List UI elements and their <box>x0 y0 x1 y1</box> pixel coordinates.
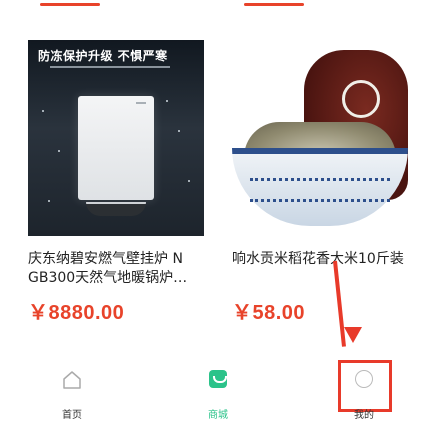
product-price: ￥58.00 <box>232 302 306 324</box>
nav-item-home[interactable]: 首页 <box>42 370 102 421</box>
heater-body <box>78 96 154 200</box>
prev-price-fragment <box>244 0 304 6</box>
wall-heater-image[interactable]: 防冻保护升级 不惧严寒 <box>28 40 204 236</box>
product-title[interactable]: 响水贡米稻花香大米10斤装 <box>232 250 408 269</box>
nav-label: 商城 <box>208 410 228 421</box>
bottom-nav: 首页 商城 我的 <box>0 362 422 427</box>
nav-item-me[interactable]: 我的 <box>334 370 394 421</box>
annotation-arrowhead <box>344 327 362 343</box>
shop-icon <box>209 370 227 388</box>
profile-icon <box>355 370 373 388</box>
rice-bowl-image[interactable] <box>232 40 408 236</box>
prev-price-fragment <box>40 0 100 6</box>
nav-label: 我的 <box>354 410 374 421</box>
product-price: ￥8880.00 <box>28 302 125 324</box>
product-banner-text: 防冻保护升级 不惧严寒 <box>38 49 168 63</box>
home-icon <box>63 371 81 389</box>
product-title[interactable]: 庆东纳碧安燃气壁挂炉 N GB300天然气地暖锅炉… <box>28 250 204 290</box>
nav-label: 首页 <box>62 410 82 421</box>
nav-item-shop[interactable]: 商城 <box>188 370 248 421</box>
